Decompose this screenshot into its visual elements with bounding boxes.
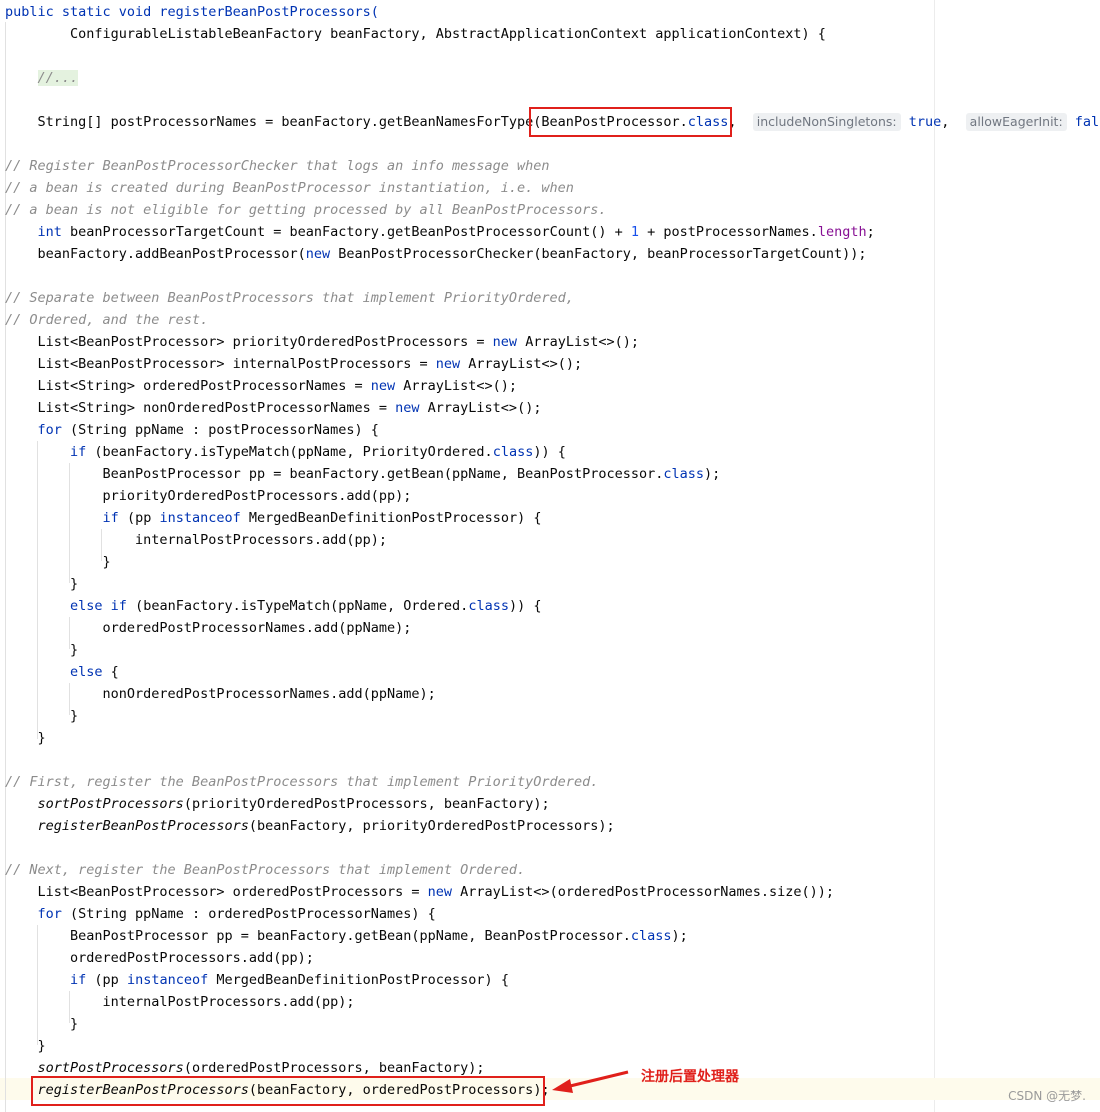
code-line: List<BeanPostProcessor> priorityOrderedP… bbox=[5, 334, 639, 350]
watermark: CSDN @无梦. bbox=[1008, 1089, 1086, 1103]
code-line: beanFactory.addBeanPostProcessor(new Bea… bbox=[5, 246, 867, 262]
method-signature: public static void registerBeanPostProce… bbox=[5, 4, 379, 20]
code-comment: // a bean is created during BeanPostProc… bbox=[5, 180, 574, 196]
code-line: if (beanFactory.isTypeMatch(ppName, Prio… bbox=[70, 444, 566, 460]
code-line: BeanPostProcessor pp = beanFactory.getBe… bbox=[5, 928, 688, 944]
param-hint: includeNonSingletons: bbox=[752, 113, 901, 131]
code-line: registerBeanPostProcessors(beanFactory, … bbox=[37, 818, 615, 834]
code-line: } bbox=[5, 576, 79, 592]
code-line: } bbox=[5, 730, 46, 746]
code-line[interactable]: //... bbox=[5, 67, 79, 89]
code-comment: // Separate between BeanPostProcessors t… bbox=[5, 290, 574, 306]
code-line: } bbox=[5, 642, 79, 658]
code-line: orderedPostProcessors.add(pp); bbox=[5, 950, 314, 966]
code-comment: // a bean is not eligible for getting pr… bbox=[5, 202, 607, 218]
code-line: if (pp instanceof MergedBeanDefinitionPo… bbox=[70, 972, 509, 988]
arrow-icon bbox=[552, 1070, 629, 1093]
folded-block[interactable]: //... bbox=[37, 70, 79, 86]
code-line: else { bbox=[70, 664, 119, 680]
code-line: ConfigurableListableBeanFactory beanFact… bbox=[5, 23, 826, 45]
code-line: int beanProcessorTargetCount = beanFacto… bbox=[37, 224, 875, 240]
code-comment: // Next, register the BeanPostProcessors… bbox=[5, 862, 526, 878]
method-params: ConfigurableListableBeanFactory beanFact… bbox=[70, 26, 826, 42]
code-line: nonOrderedPostProcessorNames.add(ppName)… bbox=[5, 686, 436, 702]
code-line: List<BeanPostProcessor> internalPostProc… bbox=[5, 356, 583, 372]
code-line: if (pp instanceof MergedBeanDefinitionPo… bbox=[102, 510, 542, 526]
code-line: public static void registerBeanPostProce… bbox=[5, 1, 379, 23]
annotation-label: 注册后置处理器 bbox=[641, 1069, 739, 1085]
code-line: } bbox=[5, 1038, 46, 1054]
highlight-box bbox=[529, 107, 732, 137]
code-line: internalPostProcessors.add(pp); bbox=[5, 994, 355, 1010]
code-line: } bbox=[5, 554, 111, 570]
code-line: for (String ppName : postProcessorNames)… bbox=[37, 422, 379, 438]
code-line: sortPostProcessors(priorityOrderedPostPr… bbox=[37, 796, 550, 812]
code-line: List<String> nonOrderedPostProcessorName… bbox=[5, 400, 542, 416]
code-line: } bbox=[5, 1016, 79, 1032]
code-line: List<String> orderedPostProcessorNames =… bbox=[5, 378, 518, 394]
code-line: orderedPostProcessorNames.add(ppName); bbox=[5, 620, 412, 636]
code-line: BeanPostProcessor pp = beanFactory.getBe… bbox=[5, 466, 721, 482]
code-comment: // Ordered, and the rest. bbox=[5, 312, 209, 328]
highlight-box bbox=[31, 1076, 545, 1106]
param-hint: allowEagerInit: bbox=[965, 113, 1067, 131]
code-line: List<BeanPostProcessor> orderedPostProce… bbox=[5, 884, 835, 900]
code-line: internalPostProcessors.add(pp); bbox=[5, 532, 388, 548]
code-line: } bbox=[5, 708, 79, 724]
code-line: else if (beanFactory.isTypeMatch(ppName,… bbox=[70, 598, 542, 614]
code-comment: // Register BeanPostProcessorChecker tha… bbox=[5, 158, 550, 174]
code-line: priorityOrderedPostProcessors.add(pp); bbox=[5, 488, 412, 504]
code-comment: // First, register the BeanPostProcessor… bbox=[5, 774, 599, 790]
code-line: for (String ppName : orderedPostProcesso… bbox=[37, 906, 436, 922]
